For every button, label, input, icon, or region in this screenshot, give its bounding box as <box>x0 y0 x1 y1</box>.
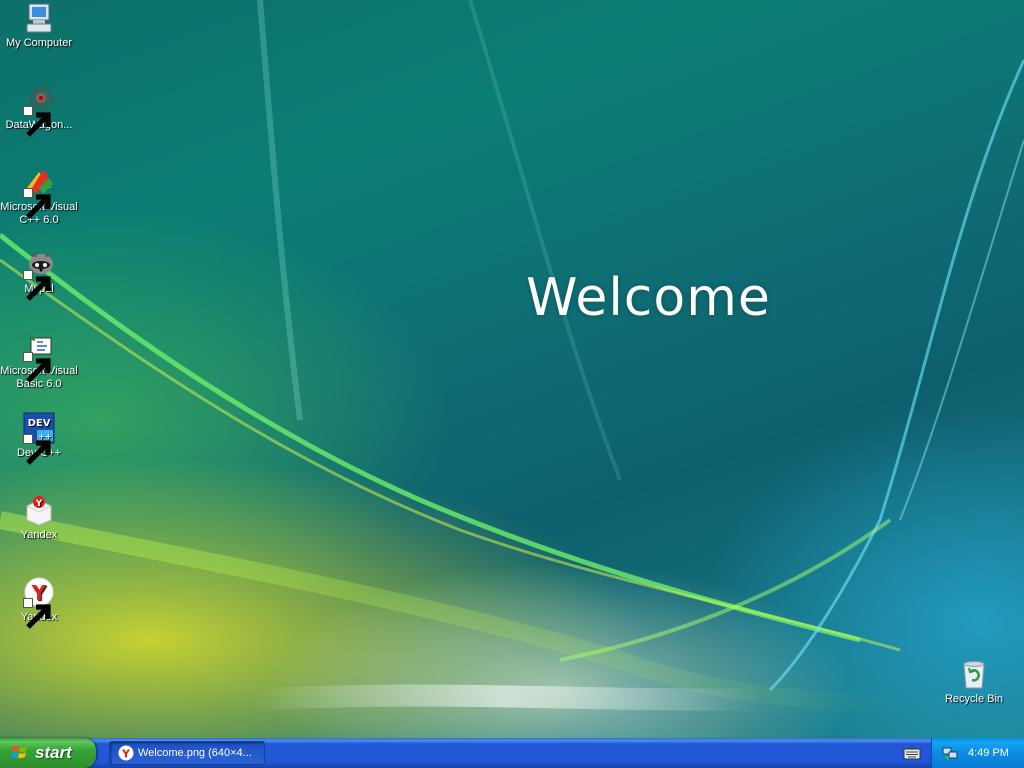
shortcut-arrow-icon <box>23 188 51 219</box>
shortcut-arrow-icon <box>23 434 51 465</box>
desktop-icon-yandex-installer[interactable]: Y Yandex <box>0 494 78 542</box>
taskbar: start Y Welcome.png (640×4... 4:49 PM <box>0 738 1024 768</box>
desktop-icon-label: My Computer <box>5 37 73 49</box>
shortcut-arrow-icon <box>23 270 51 301</box>
desktop-icon-visual-cpp[interactable]: Microsoft Visual C++ 6.0 <box>0 166 78 227</box>
wallpaper <box>0 0 1024 714</box>
shortcut-arrow-icon <box>23 352 51 383</box>
start-button[interactable]: start <box>0 738 96 768</box>
taskbar-button-welcome[interactable]: Y Welcome.png (640×4... <box>109 741 265 765</box>
desktop[interactable]: Welcome My Computer DataWagon... Microso… <box>0 0 1024 738</box>
desktop-icon-yandex-browser[interactable]: Y Yandex <box>0 576 78 629</box>
clock[interactable]: 4:49 PM <box>968 747 1009 759</box>
svg-text:Y: Y <box>121 748 131 761</box>
desktop-icon-my-computer[interactable]: My Computer <box>0 2 78 50</box>
desktop-icon-label: Recycle Bin <box>944 693 1004 705</box>
yandex-installer-icon: Y <box>23 494 55 526</box>
network-icon[interactable] <box>942 745 958 761</box>
visual-cpp-icon <box>23 166 55 219</box>
my-computer-icon <box>23 2 55 34</box>
start-label: start <box>35 743 72 762</box>
taskbar-button-label: Welcome.png (640×4... <box>138 747 252 759</box>
shortcut-arrow-icon <box>23 598 51 629</box>
yandex-browser-icon: Y <box>118 745 134 761</box>
desktop-icon-dev-cpp[interactable]: DEV ++ Dev-C++ <box>0 412 78 465</box>
svg-text:Y: Y <box>35 499 43 509</box>
windows-logo-icon <box>11 745 27 758</box>
desktop-icon-label: Yandex <box>20 529 58 541</box>
datawagon-icon <box>23 84 55 137</box>
dev-cpp-icon: DEV ++ <box>23 412 55 465</box>
keyboard-icon[interactable] <box>903 745 921 761</box>
mypal-icon <box>23 248 55 301</box>
system-tray: 4:49 PM <box>931 738 1024 768</box>
desktop-icon-datawagon[interactable]: DataWagon... <box>0 84 78 137</box>
shortcut-arrow-icon <box>23 106 51 137</box>
desktop-icon-recycle-bin[interactable]: Recycle Bin <box>935 658 1013 706</box>
recycle-bin-icon <box>958 658 990 690</box>
svg-text:DEV: DEV <box>28 418 51 429</box>
desktop-icon-mypal[interactable]: Mypal <box>0 248 78 301</box>
visual-basic-icon <box>23 330 55 383</box>
welcome-heading: Welcome <box>526 268 771 328</box>
desktop-icon-visual-basic[interactable]: Microsoft Visual Basic 6.0 <box>0 330 78 391</box>
yandex-browser-icon: Y <box>23 576 55 629</box>
